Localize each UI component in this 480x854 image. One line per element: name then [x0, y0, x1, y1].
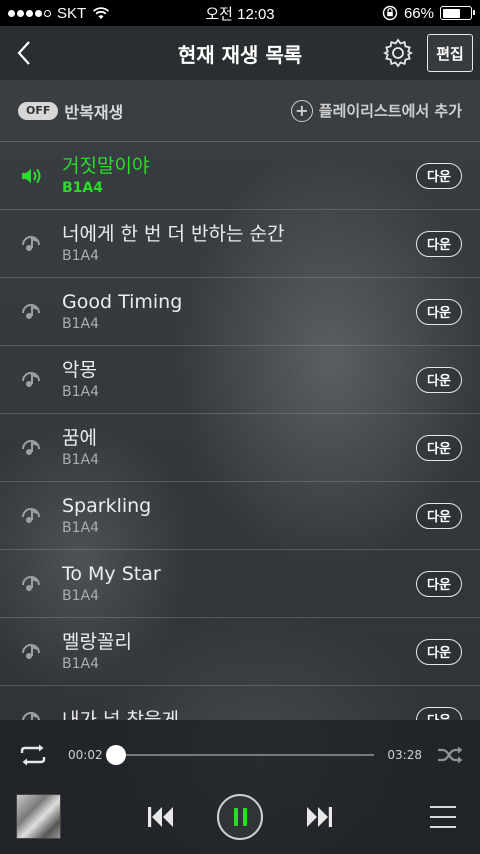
track-artist: B1A4 [62, 519, 99, 536]
track-list[interactable]: 거짓말이야 B1A4 다운 너에게 한 번 더 반하는 순간 B1A4 다운 G… [0, 142, 480, 720]
track-title: To My Star [62, 562, 161, 585]
progress-bar[interactable] [106, 745, 374, 765]
repeat-icon[interactable] [16, 743, 50, 767]
rotation-lock-icon [382, 5, 398, 21]
battery-fill [442, 8, 461, 18]
download-button[interactable]: 다운 [416, 162, 462, 189]
add-from-playlist-label: 플레이리스트에서 추가 [318, 102, 462, 120]
track-title: 내가 널 찾을게 [62, 708, 179, 721]
music-note-icon [18, 367, 44, 393]
shuffle-icon[interactable] [436, 744, 464, 766]
player-bar: 00:02 03:28 [0, 720, 480, 854]
carrier-name: SKT [57, 4, 87, 22]
track-title: 멜랑꼴리 [62, 630, 132, 653]
track-artist: B1A4 [62, 587, 99, 604]
track-row[interactable]: 악몽 B1A4 다운 [0, 346, 480, 414]
track-artist: B1A4 [62, 247, 99, 264]
track-artist: B1A4 [62, 655, 99, 672]
download-button[interactable]: 다운 [416, 366, 462, 393]
battery-percent: 66% [403, 4, 434, 22]
track-artist: B1A4 [62, 451, 99, 468]
track-row[interactable]: 멜랑꼴리 B1A4 다운 [0, 618, 480, 686]
track-artist: B1A4 [62, 315, 99, 332]
repeat-label: 반복재생 [64, 102, 124, 122]
previous-track-icon[interactable] [146, 804, 176, 830]
menu-icon[interactable] [430, 806, 456, 828]
download-button[interactable]: 다운 [416, 298, 462, 325]
battery-icon [440, 6, 475, 20]
music-note-icon [18, 639, 44, 665]
repeat-toggle[interactable]: OFF 반복재생 [18, 99, 123, 123]
track-artist: B1A4 [62, 383, 99, 400]
music-note-icon [18, 571, 44, 597]
download-button[interactable]: 다운 [416, 706, 462, 720]
pause-button[interactable] [217, 794, 263, 840]
chevron-left-icon [17, 41, 30, 65]
music-note-icon [18, 707, 44, 720]
track-title: 꿈에 [62, 426, 97, 449]
pause-icon [233, 808, 247, 826]
back-button[interactable] [2, 26, 46, 80]
plus-circle-icon: + [290, 99, 313, 122]
track-row[interactable]: 거짓말이야 B1A4 다운 [0, 142, 480, 210]
track-row[interactable]: To My Star B1A4 다운 [0, 550, 480, 618]
download-button[interactable]: 다운 [416, 570, 462, 597]
download-button[interactable]: 다운 [416, 502, 462, 529]
track-title: Sparkling [62, 494, 152, 517]
edit-button[interactable]: 편집 [427, 34, 473, 72]
total-time: 03:28 [387, 748, 422, 762]
repeat-off-badge: OFF [18, 101, 59, 120]
track-title: 거짓말이야 [62, 154, 150, 177]
gear-icon[interactable] [382, 37, 414, 69]
download-button[interactable]: 다운 [416, 230, 462, 257]
signal-strength-icon [8, 9, 51, 17]
track-artist: B1A4 [62, 179, 103, 196]
track-row[interactable]: Good Timing B1A4 다운 [0, 278, 480, 346]
add-from-playlist-button[interactable]: + 플레이리스트에서 추가 [290, 99, 462, 122]
track-row[interactable]: Sparkling B1A4 다운 [0, 482, 480, 550]
music-note-icon [18, 299, 44, 325]
toolbar: OFF 반복재생 + 플레이리스트에서 추가 [0, 80, 480, 142]
header: 현재 재생 목록 편집 [0, 26, 480, 80]
music-note-icon [18, 503, 44, 529]
music-note-icon [18, 231, 44, 257]
now-playing-speaker-icon [18, 163, 44, 189]
music-note-icon [18, 435, 44, 461]
track-title: Good Timing [62, 290, 183, 313]
download-button[interactable]: 다운 [416, 434, 462, 461]
progress-knob[interactable] [106, 745, 126, 765]
next-track-icon[interactable] [304, 804, 334, 830]
status-bar: SKT 오전 12:03 66% [0, 0, 480, 26]
track-row[interactable]: 꿈에 B1A4 다운 [0, 414, 480, 482]
current-time: 00:02 [68, 748, 103, 762]
wifi-icon [93, 7, 110, 19]
track-row[interactable]: 너에게 한 번 더 반하는 순간 B1A4 다운 [0, 210, 480, 278]
track-title: 너에게 한 번 더 반하는 순간 [62, 222, 285, 245]
album-art[interactable] [16, 794, 61, 839]
track-row[interactable]: 내가 널 찾을게 다운 [0, 686, 480, 720]
download-button[interactable]: 다운 [416, 638, 462, 665]
track-title: 악몽 [62, 358, 97, 381]
